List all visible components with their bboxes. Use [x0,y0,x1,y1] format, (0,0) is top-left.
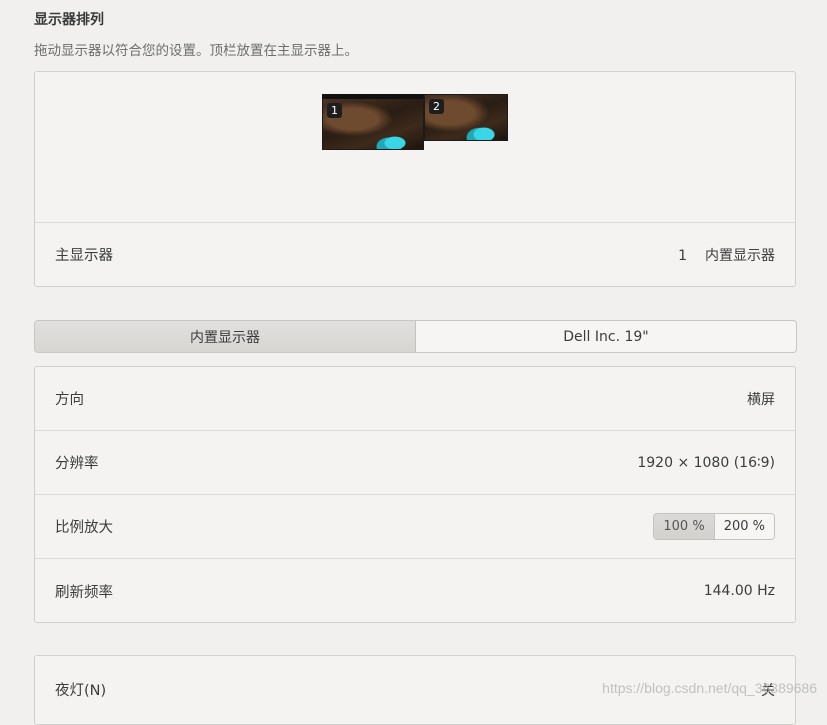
scale-200-button[interactable]: 200 % [714,514,774,539]
primary-display-number: 1 [678,247,687,264]
display-arrangement-panel: 1 2 主显示器 1 内置显示器 [34,71,796,287]
resolution-value: 1920 × 1080 (16∶9) [637,454,775,471]
primary-display-value: 1 内置显示器 [678,245,775,265]
display-tabs: 内置显示器 Dell Inc. 19" [34,320,797,353]
scale-label: 比例放大 [55,520,113,536]
primary-display-row[interactable]: 主显示器 1 内置显示器 [35,223,795,286]
tab-builtin-display[interactable]: 内置显示器 [35,321,416,352]
orientation-label: 方向 [55,392,84,408]
orientation-row[interactable]: 方向 横屏 [35,367,795,431]
monitor-2-preview[interactable]: 2 [424,94,508,141]
night-light-label: 夜灯(N) [55,683,107,699]
watermark-text: https://blog.csdn.net/qq_36389686 [602,680,817,696]
scale-100-button[interactable]: 100 % [654,514,715,539]
primary-display-name: 内置显示器 [705,247,775,264]
resolution-row[interactable]: 分辨率 1920 × 1080 (16∶9) [35,431,795,495]
monitor-number-badge: 1 [327,103,342,118]
refresh-rate-value: 144.00 Hz [703,583,775,599]
scale-row: 比例放大 100 % 200 % [35,495,795,559]
refresh-rate-row[interactable]: 刷新频率 144.00 Hz [35,559,795,623]
orientation-value: 横屏 [747,391,775,408]
display-settings-panel: 方向 横屏 分辨率 1920 × 1080 (16∶9) 比例放大 100 % … [34,366,796,623]
primary-display-label: 主显示器 [55,248,113,264]
arrangement-canvas: 1 2 [35,72,795,223]
monitor-number-badge: 2 [429,99,444,114]
scale-toggle-group: 100 % 200 % [653,513,775,540]
section-description: 拖动显示器以符合您的设置。顶栏放置在主显示器上。 [34,43,358,59]
refresh-rate-label: 刷新频率 [55,584,113,601]
monitor-1-preview[interactable]: 1 [322,94,424,150]
tab-dell-display[interactable]: Dell Inc. 19" [416,321,796,352]
resolution-label: 分辨率 [55,456,99,472]
section-title: 显示器排列 [34,12,104,28]
